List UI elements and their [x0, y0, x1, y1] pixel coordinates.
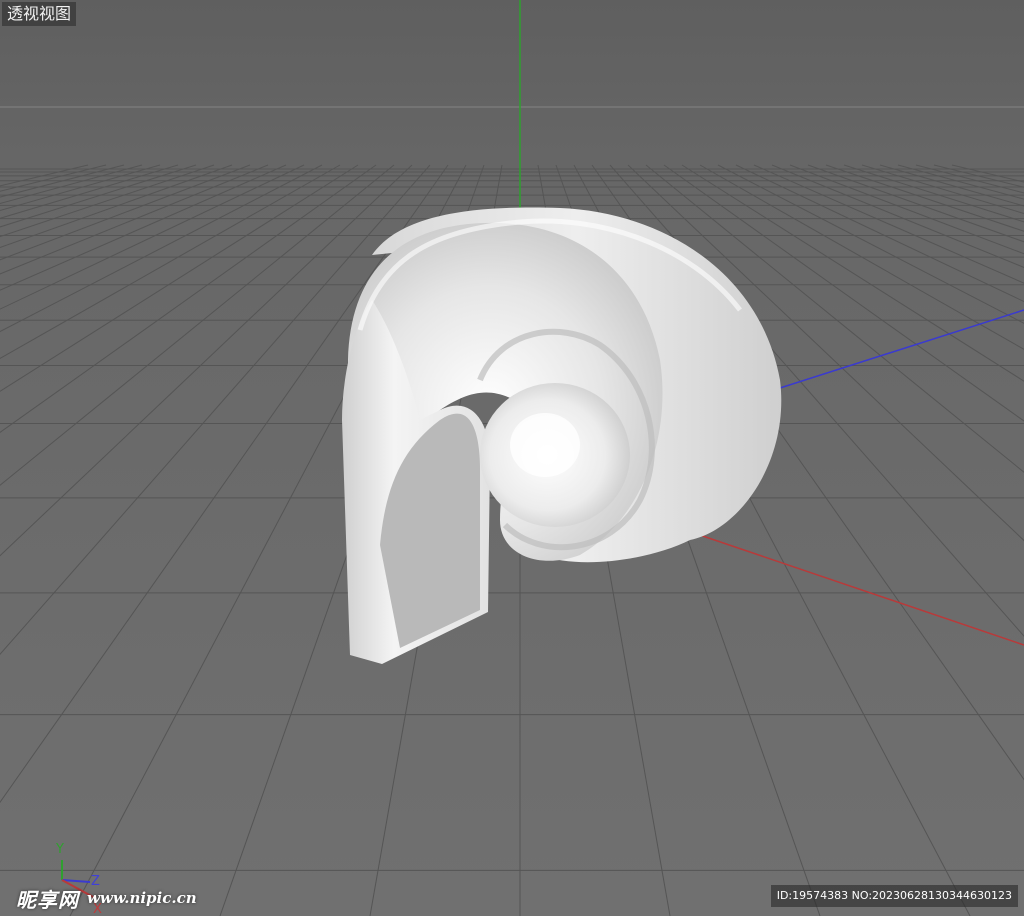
viewport-scene[interactable]: Y Z X: [0, 0, 1024, 916]
perspective-viewport[interactable]: Y Z X 透视视图 昵享网 www.nipic.cn ID:19574383 …: [0, 0, 1024, 916]
spiral-core-highlight: [510, 413, 580, 477]
gizmo-y-label: Y: [55, 842, 64, 857]
watermark-brand: 昵享网: [16, 887, 79, 912]
watermark-url: www.nipic.cn: [87, 889, 197, 907]
site-watermark: 昵享网 www.nipic.cn: [16, 882, 197, 914]
image-id-strip: ID:19574383 NO:20230628130344630123: [770, 885, 1018, 907]
view-mode-label[interactable]: 透视视图: [2, 2, 77, 26]
